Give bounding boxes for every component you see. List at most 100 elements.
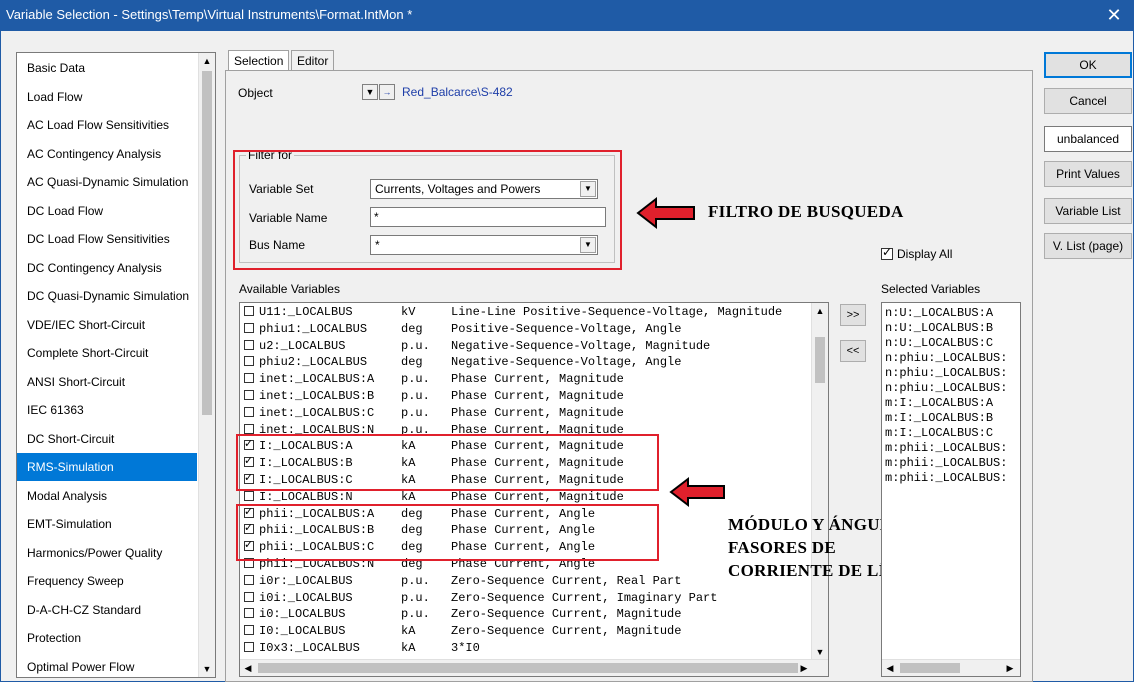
category-item[interactable]: RMS-Simulation [17,453,197,481]
scrollbar-thumb[interactable] [900,663,960,673]
category-item[interactable]: Frequency Sweep [17,567,197,595]
category-item[interactable]: AC Contingency Analysis [17,140,197,168]
variable-row[interactable]: phiu1:_LOCALBUS deg Positive-Sequence-Volt… [244,322,681,337]
variable-checkbox[interactable] [244,390,254,400]
category-item[interactable]: Optimal Power Flow [17,653,197,678]
variable-row[interactable]: I0x3:_LOCALBUS kA 3*I0 [244,641,480,656]
variable-checkbox[interactable] [244,490,254,501]
variable-checkbox[interactable] [244,591,254,602]
category-item[interactable]: DC Load Flow [17,197,197,225]
category-item[interactable]: D-A-CH-CZ Standard [17,596,197,624]
variable-unit: deg [401,321,423,336]
available-list-hscrollbar[interactable]: ◀ ▶ [240,659,828,676]
category-item[interactable]: EMT-Simulation [17,510,197,538]
variable-checkbox[interactable] [244,322,254,333]
selected-variable-item[interactable]: n:U:_LOCALBUS:C [885,336,993,351]
category-item[interactable]: Complete Short-Circuit [17,339,197,367]
selected-list-hscrollbar[interactable]: ◀ ▶ [882,659,1020,676]
v-list-page-button[interactable]: V. List (page) [1044,233,1132,259]
variable-row[interactable]: i0r:_LOCALBUS p.u. Zero-Sequence Current, … [244,574,681,589]
category-list-scrollbar[interactable]: ▲ ▼ [198,53,215,677]
variable-checkbox[interactable] [244,423,254,434]
variable-checkbox[interactable] [244,306,254,316]
selected-variable-item[interactable]: m:I:_LOCALBUS:C [885,426,993,441]
variable-description: Zero-Sequence Current, Real Part [451,573,682,588]
category-item[interactable]: DC Load Flow Sensitivities [17,225,197,253]
variable-checkbox[interactable] [244,642,254,652]
variable-row[interactable]: I0:_LOCALBUS kA Zero-Sequence Current, Mag… [244,624,681,639]
cancel-button[interactable]: Cancel [1044,88,1132,114]
category-item[interactable]: VDE/IEC Short-Circuit [17,311,197,339]
variable-name: inet:_LOCALBUS:C [259,405,375,420]
selected-variable-item[interactable]: m:phii:_LOCALBUS: [885,441,1007,456]
display-all-check-icon[interactable] [881,245,893,260]
variable-row[interactable]: U11:_LOCALBUS kV Line-Line Positive-Sequen… [244,305,782,320]
variable-row[interactable]: phiu2:_LOCALBUS deg Negative-Sequence-Volt… [244,355,681,370]
remove-variable-button[interactable]: << [840,340,866,362]
calculation-category-list[interactable]: Optimal Power Flow Protection D-A-CH-CZ St… [16,52,216,678]
variable-row[interactable]: inet:_LOCALBUS:A p.u. Phase Current, Magni… [244,372,624,387]
variable-row[interactable]: inet:_LOCALBUS:B p.u. Phase Current, Magni… [244,389,624,404]
tab-editor[interactable]: Editor [291,50,335,72]
tab-selection[interactable]: Selection [228,50,290,72]
scrollbar-thumb[interactable] [202,71,212,415]
variable-list-button[interactable]: Variable List [1044,198,1132,224]
unbalanced-toggle[interactable]: unbalanced [1044,126,1132,152]
category-item[interactable]: DC Short-Circuit [17,425,197,453]
variable-checkbox[interactable] [244,339,254,350]
scroll-right-icon[interactable]: ▶ [796,660,812,676]
category-item[interactable]: Basic Data [17,54,197,82]
selected-variable-item[interactable]: n:phiu:_LOCALBUS: [885,366,1007,381]
object-link[interactable]: Red_Balcarce\S-482 [402,85,513,99]
object-jump-icon[interactable]: → [379,84,395,100]
category-item[interactable]: Load Flow [17,83,197,111]
category-item[interactable]: AC Quasi-Dynamic Simulation [17,168,197,196]
selected-variables-list[interactable]: m:phii:_LOCALBUS: m:phii:_LOCALBUS: m:phii… [881,302,1021,677]
scroll-left-icon[interactable]: ◀ [882,660,898,676]
variable-unit: p.u. [401,338,430,353]
variable-row[interactable]: I:_LOCALBUS:N kA Phase Current, Magnitude [244,490,624,505]
selected-variable-item[interactable]: n:phiu:_LOCALBUS: [885,381,1007,396]
selected-variable-item[interactable]: m:phii:_LOCALBUS: [885,456,1007,471]
variable-checkbox[interactable] [244,356,254,367]
variable-row[interactable]: i0i:_LOCALBUS p.u. Zero-Sequence Current, … [244,591,717,606]
close-icon[interactable]: ✕ [1094,0,1134,30]
category-item[interactable]: Modal Analysis [17,482,197,510]
display-all-checkbox[interactable]: Display All [881,245,952,261]
selected-variable-item[interactable]: m:I:_LOCALBUS:A [885,396,993,411]
selected-variable-item[interactable]: m:phii:_LOCALBUS: [885,471,1007,486]
object-dropdown-icon[interactable]: ▼ [362,84,378,100]
variable-checkbox[interactable] [244,574,254,585]
available-list-vscrollbar[interactable]: ▲ ▼ [811,303,828,660]
variable-checkbox[interactable] [244,625,254,636]
print-values-button[interactable]: Print Values [1044,161,1132,187]
selected-variable-item[interactable]: n:U:_LOCALBUS:A [885,306,993,321]
scroll-up-icon[interactable]: ▲ [812,303,828,319]
scroll-left-icon[interactable]: ◀ [240,660,256,676]
category-item[interactable]: DC Contingency Analysis [17,254,197,282]
scroll-right-icon[interactable]: ▶ [1002,660,1018,676]
variable-row[interactable]: u2:_LOCALBUS p.u. Negative-Sequence-Voltag… [244,339,710,354]
selected-variable-item[interactable]: m:I:_LOCALBUS:B [885,411,993,426]
scrollbar-thumb[interactable] [258,663,798,673]
add-variable-button[interactable]: >> [840,304,866,326]
category-item[interactable]: AC Load Flow Sensitivities [17,111,197,139]
category-item[interactable]: Harmonics/Power Quality [17,539,197,567]
scroll-down-icon[interactable]: ▼ [812,644,828,660]
filter-annotation: FILTRO DE BUSQUEDA [708,202,904,221]
scrollbar-thumb[interactable] [815,337,825,383]
selected-variable-item[interactable]: n:phiu:_LOCALBUS: [885,351,1007,366]
scroll-up-icon[interactable]: ▲ [199,53,215,69]
variable-checkbox[interactable] [244,373,254,384]
category-item[interactable]: ANSI Short-Circuit [17,368,197,396]
variable-checkbox[interactable] [244,406,254,417]
ok-button[interactable]: OK [1044,52,1132,78]
category-item[interactable]: IEC 61363 [17,396,197,424]
variable-checkbox[interactable] [244,608,254,619]
category-item[interactable]: DC Quasi-Dynamic Simulation [17,282,197,310]
variable-row[interactable]: inet:_LOCALBUS:C p.u. Phase Current, Magni… [244,406,624,421]
category-item[interactable]: Protection [17,624,197,652]
selected-variable-item[interactable]: n:U:_LOCALBUS:B [885,321,993,336]
scroll-down-icon[interactable]: ▼ [199,661,215,677]
variable-row[interactable]: i0:_LOCALBUS p.u. Zero-Sequence Current, M… [244,607,681,622]
